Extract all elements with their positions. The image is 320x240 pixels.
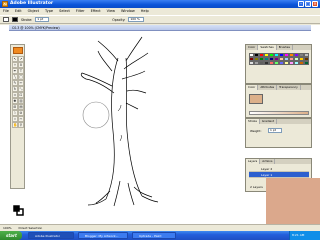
tab-transparency[interactable]: Transparency (277, 85, 301, 90)
tree-branch-right-mid (125, 89, 147, 110)
tree-roots (87, 180, 159, 207)
tool-grid: ↖ ↗ ✧ ᘐ ✒ T ╲ □ ✎ ✏ ↻ ⤡ ≈ ⊡ ✺ ▥ ⊞ ▤ ⌇ ⊚ … (12, 56, 24, 128)
control-bar: Stroke: 1 pt Opacity: 100 % (0, 15, 320, 24)
start-button[interactable]: start (0, 231, 22, 240)
fill-stroke-indicator-icon[interactable] (13, 205, 24, 216)
fill-color-preview[interactable] (249, 94, 263, 104)
tab-actions[interactable]: Actions (260, 159, 276, 164)
layers-panel-tabs: Layers Actions (246, 159, 311, 164)
status-bar: 100% Direct Selection (0, 224, 320, 231)
zoom-level[interactable]: 100% (3, 226, 12, 230)
swatches-panel: Color Swatches Brushes (245, 44, 312, 84)
tab-color-2[interactable]: Color (246, 85, 259, 90)
stroke-panel: Stroke Gradient Weight: 1 pt (245, 118, 312, 148)
tab-brushes[interactable]: Brushes (277, 45, 293, 50)
fill-swatch[interactable] (3, 17, 9, 22)
menu-edit[interactable]: Edit (15, 8, 22, 15)
tree-drawing[interactable] (0, 31, 245, 224)
menu-effect[interactable]: Effect (91, 8, 101, 15)
taskbar-item-illustrator[interactable]: Adobe Illustrator (28, 232, 74, 239)
color-panel-tabs: Color Attributes Transparency (246, 85, 311, 90)
circle-shape (82, 101, 110, 129)
tab-layers[interactable]: Layers (246, 159, 261, 164)
close-button[interactable]: × (312, 1, 318, 7)
tab-swatches[interactable]: Swatches (258, 45, 277, 50)
adobe-logo-icon (13, 47, 23, 54)
system-tray: 8:21 AM (289, 231, 320, 240)
menu-help[interactable]: Help (141, 8, 149, 15)
opacity-label: Opacity: (112, 17, 126, 22)
swatches-panel-tabs: Color Swatches Brushes (246, 45, 311, 50)
taskbar-item-blogger[interactable]: Blogger: My Artwork... (78, 232, 128, 239)
clock: 8:21 AM (292, 233, 305, 237)
swatch-35[interactable] (304, 61, 309, 65)
tree-branch-upper-left (97, 40, 119, 72)
layer-count: 2 Layers (250, 185, 263, 189)
menu-bar: File Edit Object Type Select Filter Effe… (0, 8, 320, 15)
tree-branch-upper-right (121, 36, 149, 80)
current-tool-status: Direct Selection (18, 226, 43, 230)
tree-bark-detail (117, 104, 122, 142)
minimize-button[interactable]: – (298, 1, 304, 7)
menu-filter[interactable]: Filter (76, 8, 85, 15)
stroke-swatch[interactable] (12, 17, 18, 22)
window-title: Adobe Illustrator (10, 1, 54, 6)
menu-select[interactable]: Select (59, 8, 70, 15)
stroke-weight-field[interactable]: 1 pt (35, 17, 50, 22)
toolbox-panel: ↖ ↗ ✧ ᘐ ✒ T ╲ □ ✎ ✏ ↻ ⤡ ≈ ⊡ ✺ ▥ ⊞ ▤ ⌇ ⊚ … (10, 44, 25, 216)
menu-view[interactable]: View (107, 8, 115, 15)
menu-file[interactable]: File (3, 8, 9, 15)
opacity-field[interactable]: 100 % (128, 17, 145, 22)
color-ramp-slider[interactable] (249, 111, 309, 115)
title-bar: Ai Adobe Illustrator – □ × (0, 0, 320, 8)
tree-trunk-right-outline (125, 57, 143, 197)
maximize-button[interactable]: □ (305, 1, 311, 7)
tree-branch-left-long (80, 72, 115, 94)
zoom-tool-icon[interactable]: ⚲ (18, 122, 24, 128)
stroke-weight-label: Weight: (250, 129, 262, 133)
illustrator-app-icon: Ai (2, 1, 8, 7)
taskbar-item-paint[interactable]: Uptrade - Paint (132, 232, 176, 239)
taskbar: start Adobe Illustrator Blogger: My Artw… (0, 231, 320, 240)
tab-attributes[interactable]: Attributes (258, 85, 278, 90)
stroke-panel-tabs: Stroke Gradient (246, 119, 311, 124)
stroke-panel-weight-field[interactable]: 1 pt (268, 128, 282, 133)
tab-gradient[interactable]: Gradient (260, 119, 278, 124)
color-panel: Color Attributes Transparency (245, 84, 312, 118)
menu-window[interactable]: Window (121, 8, 135, 15)
tree-trunk-left-outline (105, 57, 119, 200)
swatch-grid (249, 53, 309, 65)
menu-type[interactable]: Type (45, 8, 53, 15)
stroke-label: Stroke: (21, 17, 33, 22)
tab-stroke[interactable]: Stroke (246, 119, 260, 124)
tab-color[interactable]: Color (246, 45, 259, 50)
menu-object[interactable]: Object (28, 8, 39, 15)
